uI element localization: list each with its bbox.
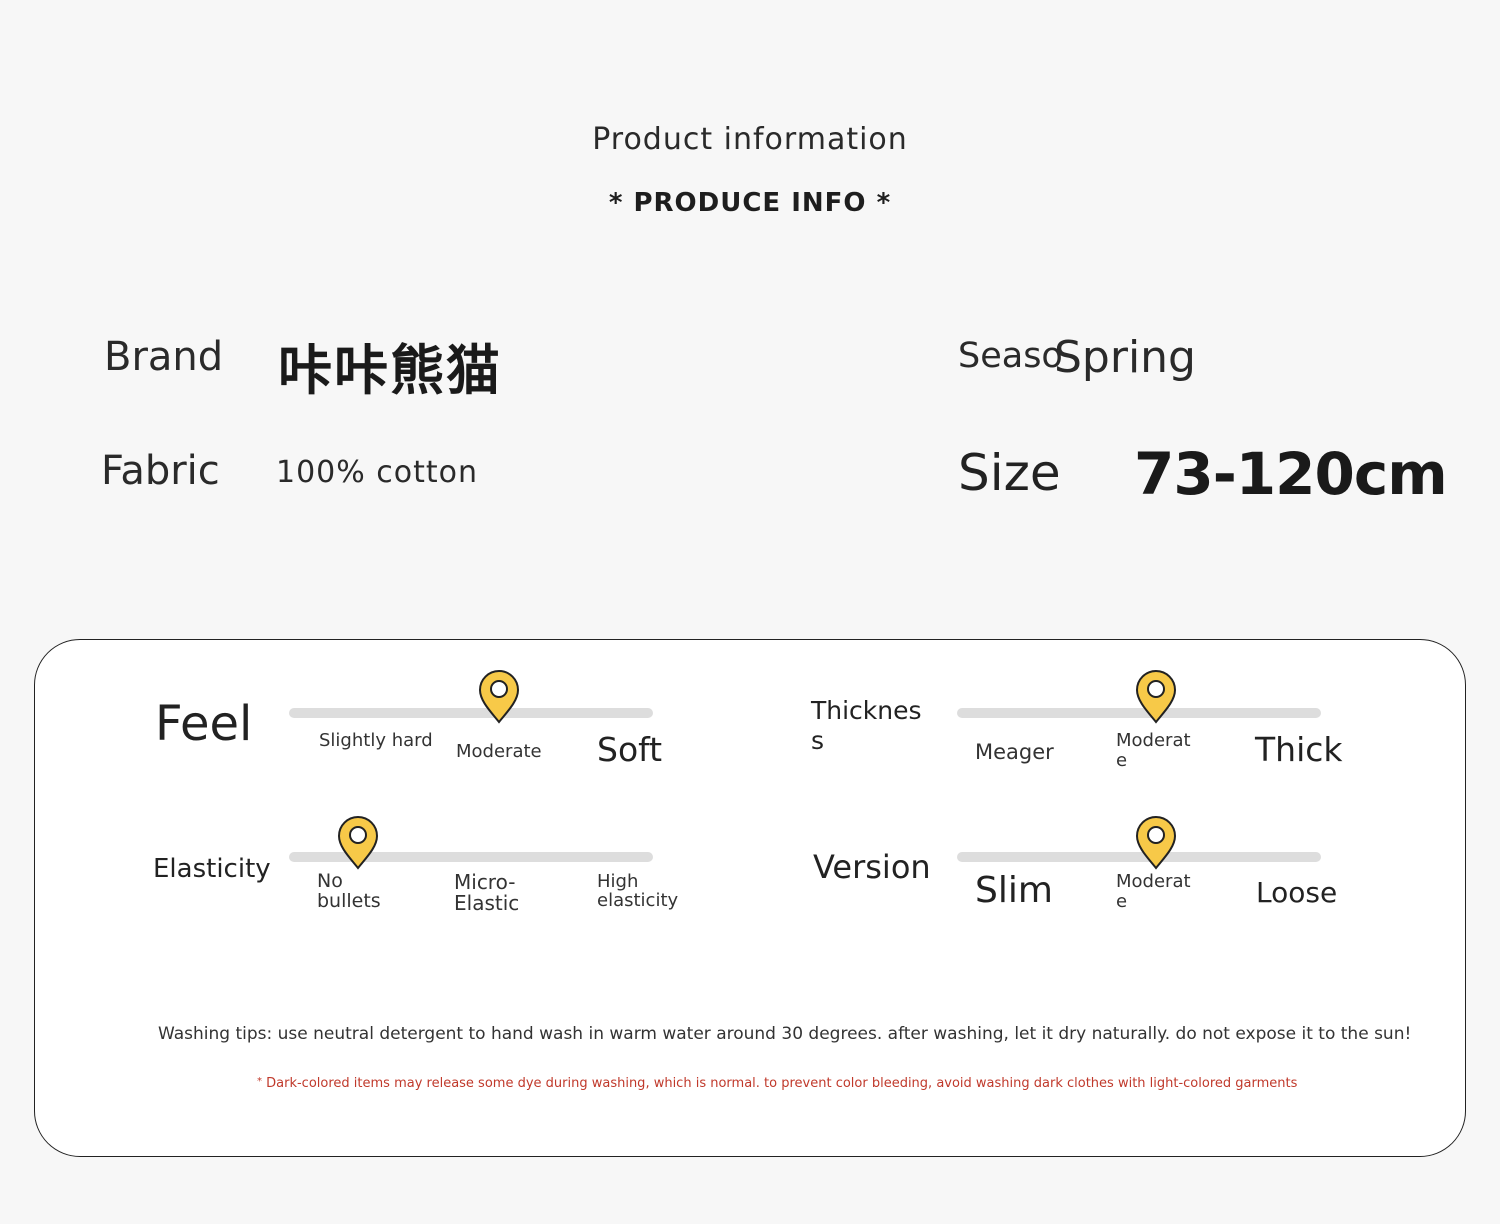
elasticity-label: Elasticity <box>153 854 271 884</box>
feel-option-soft[interactable]: Soft <box>597 730 662 769</box>
map-pin-icon[interactable] <box>1134 668 1178 724</box>
washing-note: * Dark-colored items may release some dy… <box>257 1076 1297 1091</box>
thickness-option-moderate[interactable]: Moderat e <box>1116 731 1191 771</box>
attributes-card: Feel Slightly hard Moderate Soft Thickne… <box>34 639 1466 1157</box>
thickness-label: Thicknes s <box>811 696 922 755</box>
map-pin-icon[interactable] <box>1134 814 1178 870</box>
brand-value: 咔咔熊猫 <box>278 339 502 402</box>
size-label: Size <box>958 444 1061 502</box>
map-pin-icon[interactable] <box>477 668 521 724</box>
version-label: Version <box>813 848 931 886</box>
feel-track <box>289 708 653 718</box>
size-value: 73-120cm <box>1134 440 1448 508</box>
thickness-option-thick[interactable]: Thick <box>1255 730 1343 769</box>
map-pin-icon[interactable] <box>336 814 380 870</box>
season-label: Seaso <box>958 336 1063 376</box>
thickness-option-meager[interactable]: Meager <box>975 740 1054 764</box>
fabric-value: 100% cotton <box>276 455 479 490</box>
elasticity-option-micro-elastic[interactable]: Micro-Elastic <box>454 872 534 914</box>
washing-tips: Washing tips: use neutral detergent to h… <box>158 1024 1412 1044</box>
page-subtitle: * PRODUCE INFO * <box>608 188 892 218</box>
brand-label: Brand <box>104 334 224 380</box>
feel-label: Feel <box>155 696 253 752</box>
note-text: Dark-colored items may release some dye … <box>266 1076 1298 1091</box>
version-option-loose[interactable]: Loose <box>1256 876 1337 909</box>
fabric-label: Fabric <box>101 448 220 494</box>
note-asterisk: * <box>257 1076 262 1087</box>
feel-option-slightly-hard[interactable]: Slightly hard <box>319 731 439 751</box>
elasticity-option-high-elasticity[interactable]: High elasticity <box>597 872 687 911</box>
season-value: Spring <box>1054 332 1196 383</box>
page-title: Product information <box>592 122 908 157</box>
feel-option-moderate[interactable]: Moderate <box>456 741 542 762</box>
version-option-moderate[interactable]: Moderat e <box>1116 872 1191 912</box>
version-option-slim[interactable]: Slim <box>975 870 1053 911</box>
elasticity-option-no-bullets[interactable]: No bullets <box>317 871 397 912</box>
